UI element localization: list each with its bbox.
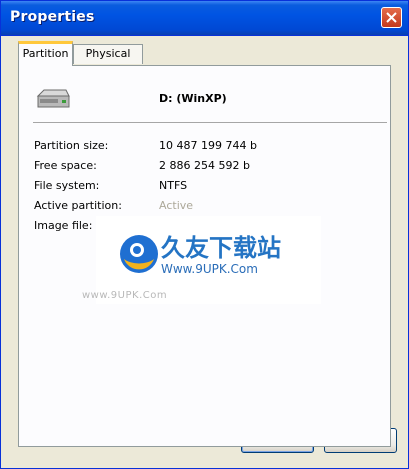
file-system-value: NTFS [159, 179, 188, 192]
watermark-brand: 久友下载站 [161, 234, 281, 262]
hard-disk-icon [36, 89, 70, 108]
free-space-value: 2 886 254 592 b [159, 159, 250, 172]
active-partition-label: Active partition: [34, 199, 122, 212]
close-button[interactable] [381, 7, 402, 28]
close-icon [386, 12, 397, 23]
separator [33, 122, 387, 123]
watermark-side-text: www.9UPK.Com [82, 290, 168, 301]
partition-tab-panel: D: (WinXP) Partition size: 10 487 199 74… [18, 65, 391, 447]
title-bar[interactable]: Properties [1, 1, 408, 36]
free-space-label: Free space: [34, 159, 97, 172]
tab-physical-disk[interactable]: Physical Disk [73, 44, 143, 78]
partition-size-value: 10 487 199 744 b [159, 139, 257, 152]
image-file-label: Image file: [34, 219, 93, 232]
properties-dialog: Properties Partition Physical Disk D: (W… [0, 0, 409, 469]
tab-partition-label: Partition [22, 47, 69, 60]
file-system-label: File system: [34, 179, 100, 192]
tab-partition[interactable]: Partition [18, 41, 73, 66]
partition-size-label: Partition size: [34, 139, 109, 152]
window-title: Properties [10, 9, 95, 25]
dialog-client-area: Partition Physical Disk D: (WinXP) Parti… [4, 36, 405, 467]
watermark-url: Www.9UPK.Com [161, 262, 258, 276]
active-partition-value: Active [159, 199, 194, 212]
drive-title: D: (WinXP) [159, 92, 227, 105]
watermark-logo-icon [120, 235, 158, 273]
